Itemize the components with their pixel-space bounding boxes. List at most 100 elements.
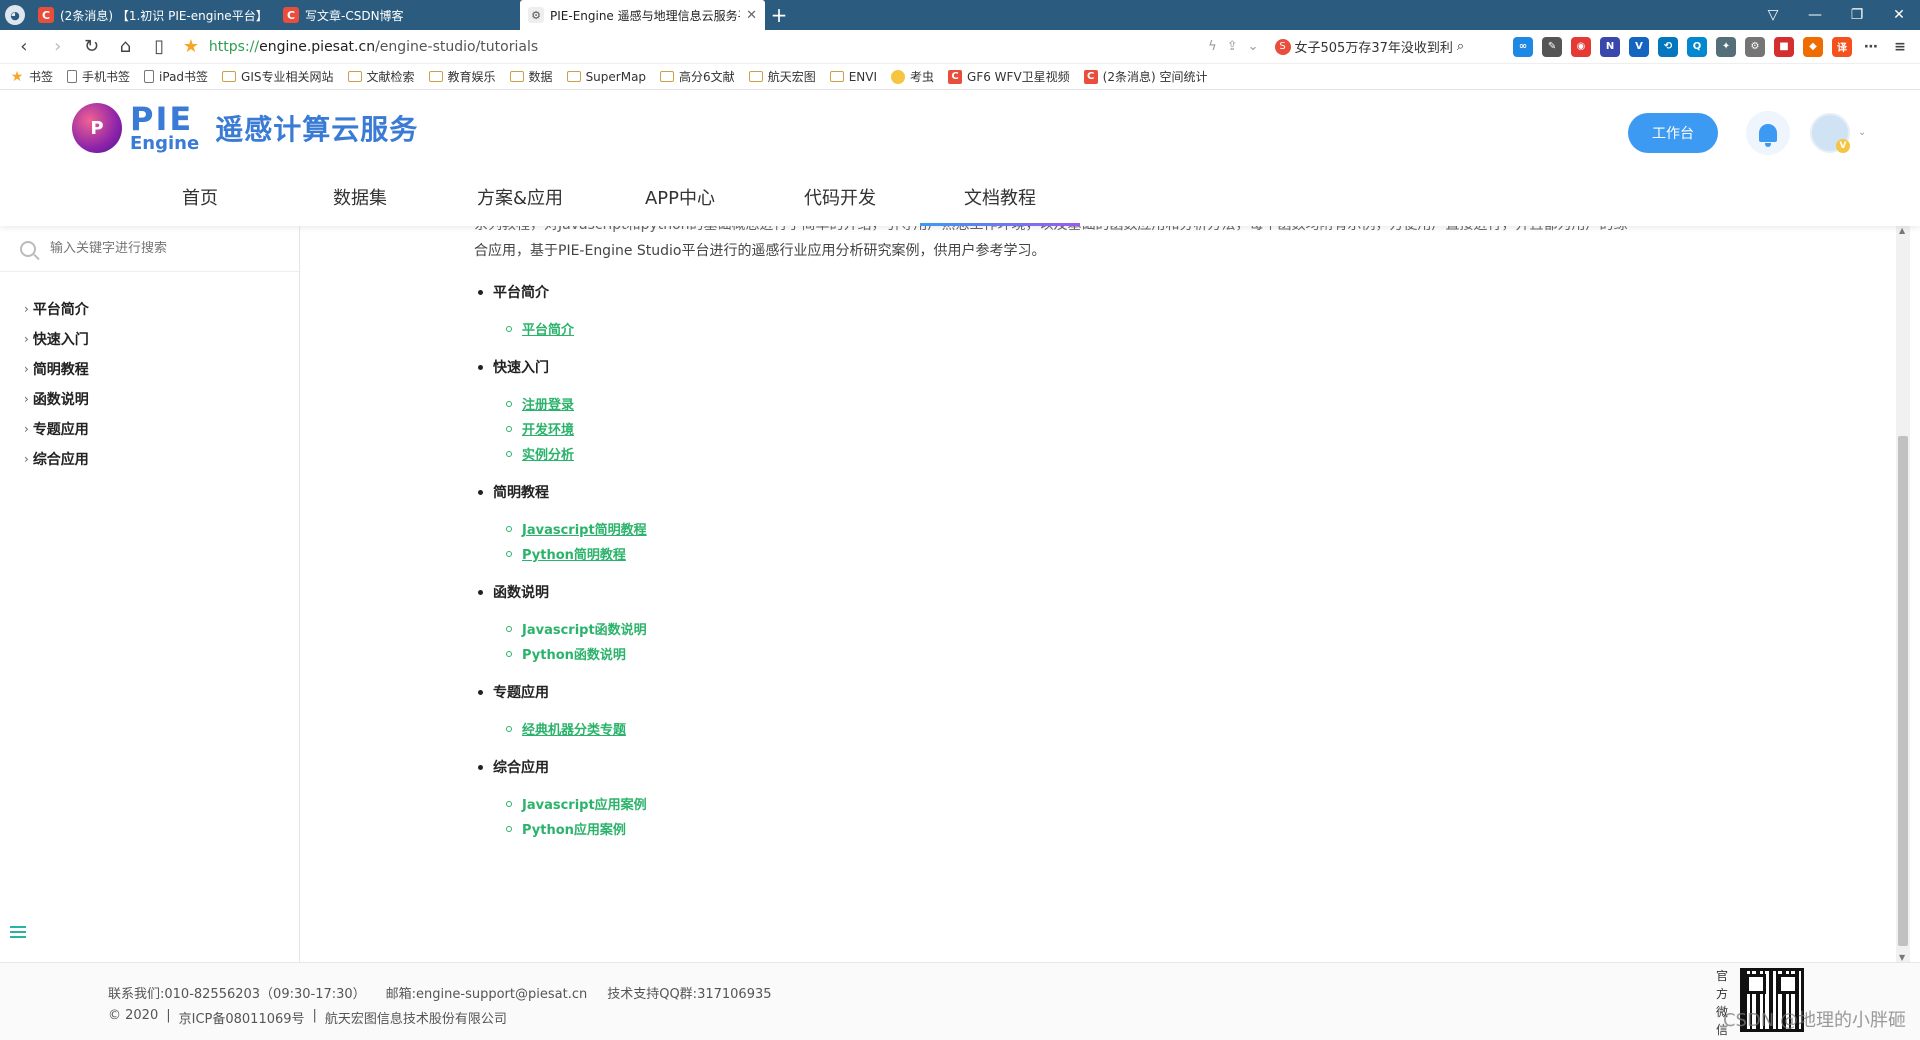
url-field[interactable]: https://engine.piesat.cn/engine-studio/t… [209, 39, 1202, 55]
more-menu-icon[interactable]: ⋯ [1861, 36, 1882, 57]
toc-link[interactable]: Python简明教程 [506, 541, 647, 566]
sidebar-search-input[interactable] [50, 241, 270, 256]
browser-logo-icon[interactable]: ◕ [0, 0, 30, 30]
toc-link[interactable]: Python应用案例 [506, 816, 647, 841]
workbench-button[interactable]: 工作台 [1628, 113, 1718, 153]
nav-datasets[interactable]: 数据集 [280, 181, 440, 226]
site-logo[interactable]: P PIE Engine 遥感计算云服务 [72, 103, 418, 153]
search-engine-box[interactable]: S 女子505万存37年没收到利 ⌕ [1274, 37, 1494, 56]
scroll-thumb[interactable] [1898, 436, 1908, 946]
share-icon[interactable]: ⇪ [1227, 39, 1238, 54]
bookmark-item[interactable]: iPad书签 [144, 68, 208, 85]
url-host: engine.piesat.cn [259, 38, 376, 55]
bookmark-item[interactable]: C GF6 WFV卫星视频 [948, 68, 1070, 85]
new-tab-button[interactable]: + [765, 0, 793, 30]
restore-icon[interactable]: ❐ [1836, 0, 1878, 30]
bookmark-item[interactable]: C (2条消息) 空间统计 [1083, 68, 1208, 85]
bookmark-label: 书签 [29, 70, 54, 84]
nav-docs[interactable]: 文档教程 [920, 181, 1080, 226]
bookmark-folder[interactable]: 数据 [509, 68, 553, 85]
notification-bell-icon[interactable] [1746, 111, 1790, 155]
site-header: P PIE Engine 遥感计算云服务 工作台 V ⌄ 首页 数据集 方案&应… [0, 91, 1920, 226]
browser-tab[interactable]: C 写文章-CSDN博客 [275, 0, 520, 30]
scrollbar[interactable]: ▲ ▼ [1896, 226, 1910, 962]
close-tab-icon[interactable]: ✕ [746, 8, 757, 23]
sidebar-item-tutorials[interactable]: › 简明教程 [0, 354, 299, 384]
nav-code-dev[interactable]: 代码开发 [760, 181, 920, 226]
extension-search-icon[interactable]: Q [1687, 36, 1708, 57]
sidebar-item-functions[interactable]: › 函数说明 [0, 384, 299, 414]
extension-n-icon[interactable]: N [1600, 36, 1621, 57]
sidebar-item-quick-start[interactable]: › 快速入门 [0, 324, 299, 354]
extension-gear-icon[interactable]: ⚙ [1745, 36, 1766, 57]
extension-red-icon[interactable]: ■ [1774, 36, 1795, 57]
back-button[interactable]: ‹ [10, 33, 38, 61]
bookmark-item[interactable]: 手机书签 [67, 68, 130, 85]
minimize-icon[interactable]: — [1794, 0, 1836, 30]
close-window-icon[interactable]: ✕ [1878, 0, 1920, 30]
nav-app-center[interactable]: APP中心 [600, 181, 760, 226]
forward-button[interactable]: › [44, 33, 72, 61]
extension-weibo-icon[interactable]: ◉ [1571, 36, 1592, 57]
extension-translate2-icon[interactable]: 译 [1832, 36, 1853, 57]
bookmark-folder[interactable]: 教育娱乐 [428, 68, 496, 85]
sidebar-search [0, 226, 299, 272]
chevron-down-icon[interactable]: ⌄ [1858, 127, 1866, 138]
bookmark-folder[interactable]: GIS专业相关网站 [222, 68, 334, 85]
extension-game-icon[interactable]: ◆ [1803, 36, 1824, 57]
browser-tab[interactable]: C (2条消息) 【1.初识 PIE-engine平台】 [30, 0, 275, 30]
toc-link[interactable]: Javascript应用案例 [506, 791, 647, 816]
browser-tab-active[interactable]: ⚙ PIE-Engine 遥感与地理信息云服务平 ✕ [520, 0, 765, 30]
smiley-icon [891, 69, 906, 84]
bookmark-folder[interactable]: 航天宏图 [748, 68, 816, 85]
toc-section-title: 函数说明 [478, 580, 647, 604]
bookmark-label: GF6 WFV卫星视频 [967, 70, 1070, 84]
toc-link[interactable]: Python函数说明 [506, 641, 647, 666]
bookmark-folder[interactable]: SuperMap [566, 70, 646, 84]
avatar[interactable]: V [1810, 113, 1850, 153]
sidebar-tree: › 平台简介 › 快速入门 › 简明教程 › 函数说明 › 专题应用 › 综合应用 [0, 272, 299, 474]
scroll-down-icon[interactable]: ▼ [1899, 953, 1905, 962]
extension-feather-icon[interactable]: ✎ [1542, 36, 1563, 57]
sidebar-item-platform-intro[interactable]: › 平台简介 [0, 294, 299, 324]
toc-link[interactable]: 经典机器分类专题 [506, 716, 647, 741]
nav-solutions[interactable]: 方案&应用 [440, 181, 600, 226]
toc-link[interactable]: 开发环境 [506, 416, 647, 441]
extension-infinity-icon[interactable]: ∞ [1513, 36, 1534, 57]
sidebar-item-topics[interactable]: › 专题应用 [0, 414, 299, 444]
bookmark-folder[interactable]: ENVI [829, 70, 877, 84]
bookmark-item[interactable]: ★ 书签 [10, 68, 53, 85]
bullet-icon [478, 589, 483, 595]
page-icon [144, 70, 155, 83]
intro-paragraph: 系列教程，对Javascript和python的基础概念进行了简单的介绍，引导用… [474, 226, 1704, 264]
toc-link-label: 注册登录 [522, 398, 575, 413]
toc-link[interactable]: 实例分析 [506, 441, 647, 466]
scroll-up-icon[interactable]: ▲ [1899, 226, 1905, 235]
search-icon[interactable]: ⌕ [1457, 39, 1464, 54]
toc-link[interactable]: 注册登录 [506, 391, 647, 416]
shirt-skin-icon[interactable]: ▽ [1752, 0, 1794, 30]
extension-v-icon[interactable]: V [1629, 36, 1650, 57]
footer-icp-link[interactable]: 京ICP备08011069号 [179, 1008, 305, 1027]
bookmark-item[interactable]: 考虫 [891, 68, 934, 85]
home-button[interactable]: ⌂ [111, 33, 139, 61]
toc-link[interactable]: Javascript函数说明 [506, 616, 647, 641]
circle-bullet-icon [506, 525, 512, 532]
nav-home[interactable]: 首页 [120, 181, 280, 226]
bookmark-folder[interactable]: 高分6文献 [660, 68, 735, 85]
toc-link[interactable]: Javascript简明教程 [506, 516, 647, 541]
reading-mode-icon[interactable]: ▯ [145, 33, 173, 61]
bookmark-star-icon[interactable]: ★ [179, 36, 203, 57]
toc-link[interactable]: 平台简介 [506, 316, 647, 341]
collapse-menu-icon[interactable] [10, 926, 26, 938]
toc-section: 函数说明 Javascript函数说明 Python函数说明 [478, 580, 647, 666]
sidebar-item-applications[interactable]: › 综合应用 [0, 444, 299, 474]
extension-translate-icon[interactable]: ⟲ [1658, 36, 1679, 57]
hamburger-menu-icon[interactable]: ≡ [1890, 36, 1911, 57]
bookmark-folder[interactable]: 文献检索 [347, 68, 415, 85]
bookmark-label: 手机书签 [82, 70, 131, 84]
lightning-icon[interactable]: ϟ [1208, 39, 1217, 54]
reload-button[interactable]: ↻ [78, 33, 106, 61]
chevron-down-icon[interactable]: ⌄ [1248, 39, 1259, 54]
extension-bulb-icon[interactable]: ✦ [1716, 36, 1737, 57]
